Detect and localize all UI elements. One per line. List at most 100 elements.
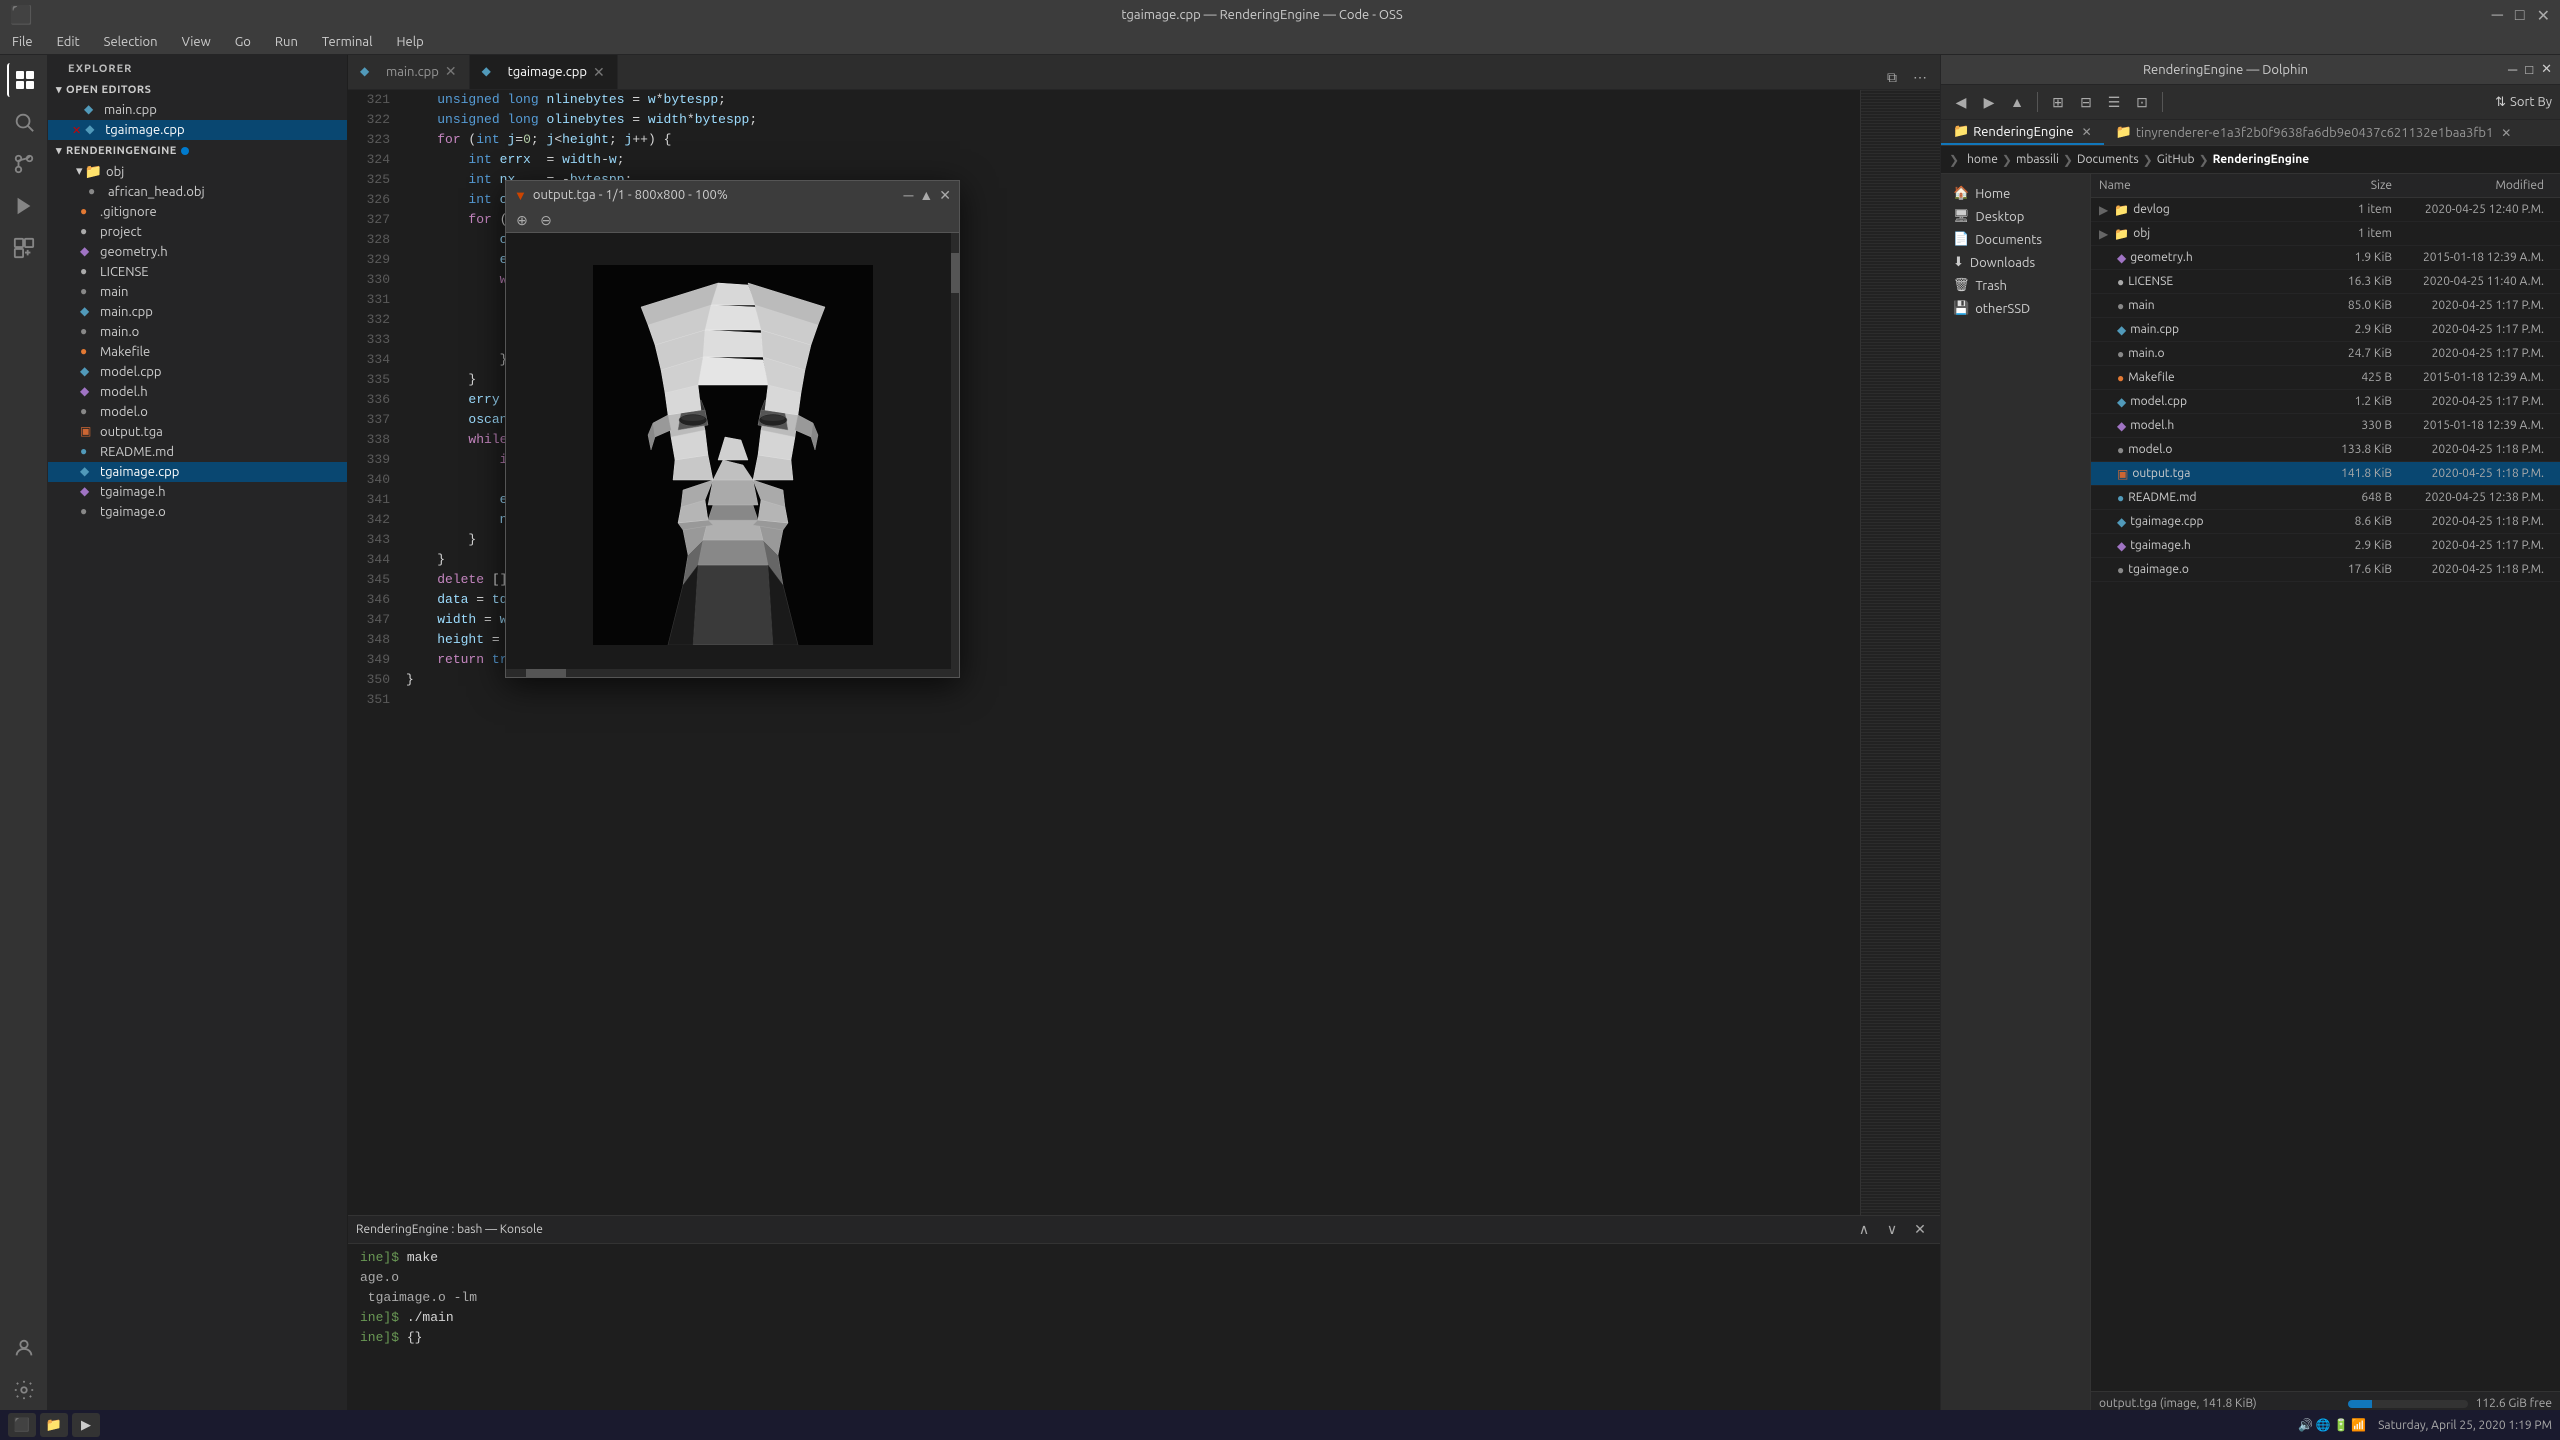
file-row-obj[interactable]: ▶ 📁 obj 1 item [2091, 222, 2560, 246]
tab-main-close[interactable]: ✕ [445, 63, 457, 80]
tree-tgaimage-o[interactable]: ● tgaimage.o [48, 502, 347, 522]
terminal-content[interactable]: ine]$ make age.o tgaimage.o -lm ine]$ ./… [348, 1244, 1940, 1415]
terminal-close-btn[interactable]: ✕ [1908, 1218, 1932, 1242]
tab-tgaimage-close[interactable]: ✕ [593, 64, 605, 81]
place-home[interactable]: 🏠 Home [1941, 182, 2090, 205]
activity-settings[interactable] [7, 1373, 41, 1407]
scrollbar-thumb-horizontal[interactable] [526, 669, 566, 677]
open-editor-tgaimage[interactable]: ✕ ◆ tgaimage.cpp [48, 120, 347, 140]
title-bar-controls[interactable]: ─ □ ✕ [2492, 6, 2550, 25]
dolphin-tab-close[interactable]: ✕ [2082, 125, 2092, 139]
tree-obj-folder[interactable]: ▾ 📁 obj [48, 161, 347, 182]
dolphin-tab-tiny-close[interactable]: ✕ [2501, 126, 2511, 140]
activity-account[interactable] [7, 1331, 41, 1365]
more-actions-btn[interactable]: ⋯ [1908, 65, 1932, 89]
breadcrumb-github[interactable]: GitHub [2157, 153, 2195, 166]
tree-gitignore[interactable]: ● .gitignore [48, 202, 347, 222]
menu-edit[interactable]: Edit [53, 33, 84, 51]
tree-model-cpp[interactable]: ◆ model.cpp [48, 362, 347, 382]
place-trash[interactable]: 🗑 Trash [1941, 274, 2090, 297]
breadcrumb-documents[interactable]: Documents [2077, 153, 2139, 166]
tree-license[interactable]: ● LICENSE [48, 262, 347, 282]
file-row-geometry[interactable]: ◆ geometry.h 1.9 KiB 2015-01-18 12:39 A.… [2091, 246, 2560, 270]
place-otherssd[interactable]: 💾 otherSSD [1941, 297, 2090, 320]
menu-view[interactable]: View [178, 33, 215, 51]
tree-project[interactable]: ● project [48, 222, 347, 242]
open-editors-header[interactable]: ▾ OPEN EDITORS [48, 79, 347, 100]
open-editor-main[interactable]: ◆ main.cpp [48, 100, 347, 120]
nav-forward-btn[interactable]: ▶ [1977, 90, 2001, 114]
tree-tgaimage-h[interactable]: ◆ tgaimage.h [48, 482, 347, 502]
taskbar-app-3[interactable]: ▶ [72, 1413, 100, 1437]
place-desktop[interactable]: 🖥 Desktop [1941, 205, 2090, 228]
menu-go[interactable]: Go [231, 33, 255, 51]
viewer-close-btn[interactable]: ✕ [939, 187, 951, 204]
tree-model-o[interactable]: ● model.o [48, 402, 347, 422]
view-details-btn[interactable]: ☰ [2102, 90, 2126, 114]
view-icons-btn[interactable]: ⊞ [2046, 90, 2070, 114]
file-row-tgaimage-o[interactable]: ● tgaimage.o 17.6 KiB 2020-04-25 1:18 P.… [2091, 558, 2560, 582]
file-row-tgaimage-cpp[interactable]: ◆ tgaimage.cpp 8.6 KiB 2020-04-25 1:18 P… [2091, 510, 2560, 534]
dolphin-tab-rendering[interactable]: 📁 RenderingEngine ✕ [1941, 120, 2104, 145]
scrollbar-horizontal[interactable] [506, 669, 951, 677]
file-row-model-h[interactable]: ◆ model.h 330 B 2015-01-18 12:39 A.M. [2091, 414, 2560, 438]
viewer-min-btn[interactable]: ─ [903, 187, 913, 203]
activity-source-control[interactable] [7, 147, 41, 181]
file-row-tgaimage-h[interactable]: ◆ tgaimage.h 2.9 KiB 2020-04-25 1:17 P.M… [2091, 534, 2560, 558]
tree-model-h[interactable]: ◆ model.h [48, 382, 347, 402]
tree-geometry[interactable]: ◆ geometry.h [48, 242, 347, 262]
nav-up-btn[interactable]: ▲ [2005, 90, 2029, 114]
tree-makefile[interactable]: ● Makefile [48, 342, 347, 362]
file-row-model-o[interactable]: ● model.o 133.8 KiB 2020-04-25 1:18 P.M. [2091, 438, 2560, 462]
terminal-expand-btn[interactable]: ∨ [1880, 1218, 1904, 1242]
dolphin-max-btn[interactable]: □ [2525, 62, 2533, 77]
minimize-button[interactable]: ─ [2492, 6, 2503, 25]
close-icon[interactable]: ✕ [72, 124, 81, 137]
view-compact-btn[interactable]: ⊟ [2074, 90, 2098, 114]
menu-run[interactable]: Run [271, 33, 302, 51]
dolphin-min-btn[interactable]: ─ [2508, 62, 2517, 77]
tab-main-cpp[interactable]: ◆ main.cpp ✕ [348, 55, 470, 89]
file-row-main-o[interactable]: ● main.o 24.7 KiB 2020-04-25 1:17 P.M. [2091, 342, 2560, 366]
tab-tgaimage-cpp[interactable]: ◆ tgaimage.cpp ✕ [470, 55, 618, 89]
menu-selection[interactable]: Selection [100, 33, 162, 51]
place-documents[interactable]: 📄 Documents [1941, 228, 2090, 251]
dolphin-close-btn[interactable]: ✕ [2541, 62, 2552, 77]
view-grid-btn[interactable]: ⊡ [2130, 90, 2154, 114]
close-button[interactable]: ✕ [2537, 6, 2550, 25]
viewer-max-btn[interactable]: ▲ [919, 187, 933, 203]
activity-extensions[interactable] [7, 231, 41, 265]
place-downloads[interactable]: ⬇ Downloads [1941, 251, 2090, 274]
scrollbar-vertical[interactable] [951, 233, 959, 677]
renderingengine-header[interactable]: ▾ RENDERINGENGINE [48, 140, 347, 161]
activity-explorer[interactable] [7, 63, 41, 97]
breadcrumb-rendering[interactable]: RenderingEngine [2213, 153, 2310, 166]
file-row-readme[interactable]: ● README.md 648 B 2020-04-25 12:38 P.M. [2091, 486, 2560, 510]
terminal-collapse-btn[interactable]: ∧ [1852, 1218, 1876, 1242]
split-editor-btn[interactable]: ⧉ [1880, 65, 1904, 89]
tree-african-head[interactable]: ● african_head.obj [48, 182, 347, 202]
viewer-win-btns[interactable]: ─ ▲ ✕ [903, 187, 951, 204]
file-row-license[interactable]: ● LICENSE 16.3 KiB 2020-04-25 11:40 A.M. [2091, 270, 2560, 294]
breadcrumb-home[interactable]: home [1967, 153, 1998, 166]
tree-main-o[interactable]: ● main.o [48, 322, 347, 342]
tree-tgaimage-cpp[interactable]: ◆ tgaimage.cpp [48, 462, 347, 482]
taskbar-app-1[interactable]: ⬛ [8, 1413, 36, 1437]
file-row-main-cpp[interactable]: ◆ main.cpp 2.9 KiB 2020-04-25 1:17 P.M. [2091, 318, 2560, 342]
col-modified[interactable]: Modified [2392, 179, 2552, 192]
tree-output-tga[interactable]: ▣ output.tga [48, 422, 347, 442]
maximize-button[interactable]: □ [2515, 6, 2525, 25]
file-row-model-cpp[interactable]: ◆ model.cpp 1.2 KiB 2020-04-25 1:17 P.M. [2091, 390, 2560, 414]
viewer-zoom-in[interactable]: ⊕ [510, 209, 534, 233]
file-row-makefile[interactable]: ● Makefile 425 B 2015-01-18 12:39 A.M. [2091, 366, 2560, 390]
menu-terminal[interactable]: Terminal [318, 33, 377, 51]
activity-run[interactable] [7, 189, 41, 223]
col-name[interactable]: Name [2099, 179, 2302, 192]
tree-main-cpp[interactable]: ◆ main.cpp [48, 302, 347, 322]
menu-file[interactable]: File [8, 33, 37, 51]
dolphin-tab-tiny[interactable]: 📁 tinyrenderer-e1a3f2b0f9638fa6db9e0437c… [2104, 120, 2524, 145]
file-row-devlog[interactable]: ▶ 📁 devlog 1 item 2020-04-25 12:40 P.M. [2091, 198, 2560, 222]
file-row-output-tga[interactable]: ▣ output.tga 141.8 KiB 2020-04-25 1:18 P… [2091, 462, 2560, 486]
nav-back-btn[interactable]: ◀ [1949, 90, 1973, 114]
file-row-main-bin[interactable]: ● main 85.0 KiB 2020-04-25 1:17 P.M. [2091, 294, 2560, 318]
